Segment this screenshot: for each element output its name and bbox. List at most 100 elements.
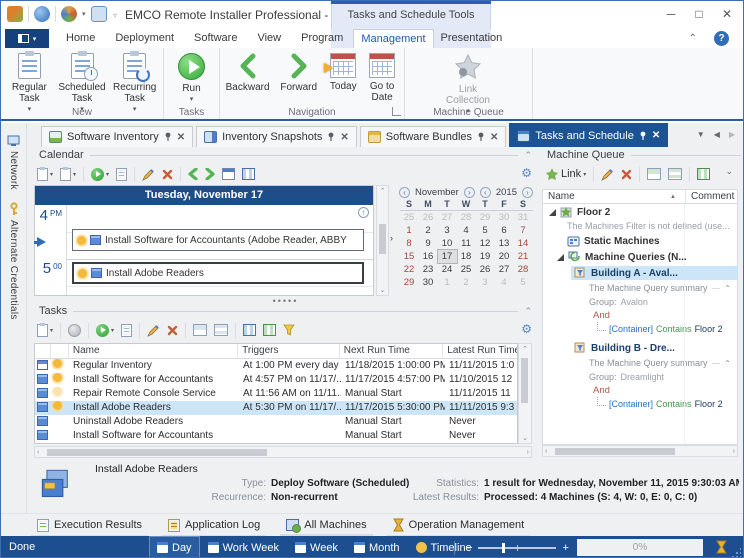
mini-calendar-day[interactable]: 28 bbox=[457, 211, 476, 224]
side-tab-network[interactable]: Network bbox=[1, 135, 26, 190]
go-to-date-button[interactable]: Go to Date bbox=[362, 52, 402, 103]
column-name[interactable]: Name bbox=[69, 344, 238, 358]
expander-icon[interactable] bbox=[557, 254, 564, 261]
mini-calendar-day[interactable]: 23 bbox=[419, 263, 438, 276]
run-button[interactable]: Run▾ bbox=[166, 52, 217, 105]
mini-calendar-day[interactable]: 15 bbox=[400, 250, 419, 263]
mini-calendar-day[interactable]: 27 bbox=[495, 263, 514, 276]
goto-date-small-button[interactable] bbox=[240, 165, 257, 183]
tasks-horizontal-scrollbar[interactable]: ‹ › bbox=[34, 446, 532, 458]
edit-button[interactable] bbox=[145, 321, 162, 339]
mini-calendar-day[interactable]: 7 bbox=[514, 224, 533, 237]
mini-calendar-day[interactable]: 3 bbox=[438, 224, 457, 237]
toolbar-overflow-icon[interactable]: ⌄ bbox=[725, 166, 733, 177]
mini-calendar-day[interactable]: 24 bbox=[438, 263, 457, 276]
scroll-up-icon[interactable]: ⌃ bbox=[377, 187, 388, 195]
close-tab-icon[interactable]: ✕ bbox=[490, 132, 498, 143]
run-task-button[interactable]: ▾ bbox=[89, 165, 111, 183]
machine-queue-horizontal-scrollbar[interactable]: ‹ › bbox=[542, 445, 738, 457]
close-tab-icon[interactable]: ✕ bbox=[340, 132, 348, 143]
today-button[interactable]: Today bbox=[324, 52, 362, 92]
scroll-left-icon[interactable]: ◀ bbox=[714, 130, 720, 139]
expander-icon[interactable] bbox=[549, 209, 556, 216]
run-task-button[interactable]: ▾ bbox=[94, 321, 116, 339]
mini-calendar-day[interactable]: 17 bbox=[438, 250, 457, 263]
query-summary[interactable]: The Machine Query summary⌃ bbox=[543, 281, 737, 295]
tasks-vertical-scrollbar[interactable]: ⌃ ⌄ bbox=[518, 343, 532, 444]
column-chooser-button[interactable] bbox=[241, 321, 258, 339]
earlier-appointment-icon[interactable]: ↑ bbox=[358, 207, 369, 218]
gear-icon[interactable]: ⚙ bbox=[521, 166, 532, 180]
mini-calendar-day[interactable]: 6 bbox=[495, 224, 514, 237]
dialog-launcher-icon[interactable] bbox=[392, 107, 401, 116]
mini-calendar-day[interactable]: 16 bbox=[419, 250, 438, 263]
collapse-panel-icon[interactable]: ⌃ bbox=[524, 150, 532, 161]
day-grid[interactable]: ↑ Install Software for Accountants (Adob… bbox=[67, 205, 373, 295]
tab-execution-results[interactable]: Execution Results bbox=[37, 519, 142, 532]
scrollbar-thumb[interactable] bbox=[379, 224, 386, 254]
calendar-event[interactable]: Install Software for Accountants (Adobe … bbox=[72, 229, 364, 251]
doc-tab-inventory-snapshots[interactable]: Inventory Snapshots ✕ bbox=[196, 126, 357, 147]
filter-button[interactable] bbox=[281, 321, 297, 339]
collapse-summary-icon[interactable]: ⌃ bbox=[724, 359, 731, 368]
tree-node-floor[interactable]: Floor 2 bbox=[543, 204, 737, 220]
mini-calendar-day[interactable]: 2 bbox=[419, 224, 438, 237]
mini-calendar-day[interactable]: 27 bbox=[438, 211, 457, 224]
mini-calendar-day[interactable]: 30 bbox=[419, 276, 438, 289]
pin-icon[interactable] bbox=[477, 132, 485, 142]
view-day-button[interactable]: Day bbox=[149, 536, 200, 558]
forward-button[interactable]: Forward bbox=[273, 52, 324, 93]
list-view-button[interactable] bbox=[666, 165, 684, 183]
mini-calendar-day[interactable]: 31 bbox=[514, 211, 533, 224]
stop-button[interactable] bbox=[66, 321, 83, 339]
recurring-task-button[interactable]: Recurring Task▾ bbox=[108, 52, 161, 115]
scroll-down-icon[interactable]: ⌄ bbox=[377, 286, 388, 294]
zoom-in-icon[interactable]: + bbox=[562, 542, 568, 554]
tab-list-icon[interactable]: ▼ bbox=[697, 130, 705, 139]
group-view-button[interactable] bbox=[191, 321, 209, 339]
grid-view-button[interactable] bbox=[261, 321, 278, 339]
doc-tab-software-bundles[interactable]: Software Bundles ✕ bbox=[360, 126, 507, 147]
scrollbar-thumb[interactable] bbox=[555, 448, 675, 455]
day-view-scrollbar[interactable]: ⌃ ⌄ bbox=[376, 185, 389, 296]
collapse-summary-icon[interactable]: ⌃ bbox=[724, 284, 731, 293]
mini-calendar-day[interactable]: 2 bbox=[457, 276, 476, 289]
maximize-button[interactable]: □ bbox=[687, 6, 711, 24]
zoom-out-icon[interactable]: − bbox=[466, 542, 472, 554]
mini-calendar-day[interactable]: 1 bbox=[438, 276, 457, 289]
mini-calendar-day[interactable]: 25 bbox=[400, 211, 419, 224]
connect-icon[interactable] bbox=[34, 6, 50, 22]
mini-calendar-day[interactable]: 13 bbox=[495, 237, 514, 250]
query-summary[interactable]: The Machine Query summary⌃ bbox=[543, 356, 737, 370]
tab-program[interactable]: Program bbox=[291, 29, 353, 48]
mini-calendar-day[interactable]: 30 bbox=[495, 211, 514, 224]
column-triggers[interactable]: Triggers bbox=[238, 344, 340, 358]
mini-calendar-day[interactable]: 4 bbox=[495, 276, 514, 289]
mini-calendar-day[interactable]: 4 bbox=[457, 224, 476, 237]
show-results-button[interactable] bbox=[119, 321, 134, 339]
mini-calendar-day[interactable]: 22 bbox=[400, 263, 419, 276]
splitter-handle[interactable]: ••••• bbox=[31, 297, 540, 305]
scroll-left-icon[interactable]: ‹ bbox=[37, 449, 39, 456]
mini-calendar-day[interactable]: 8 bbox=[400, 237, 419, 250]
app-logo-icon[interactable] bbox=[7, 6, 23, 22]
tab-application-log[interactable]: Application Log bbox=[168, 519, 260, 532]
application-menu-button[interactable]: ▾ bbox=[5, 29, 49, 48]
task-row[interactable]: Install Software for AccountantsAt 4:57 … bbox=[35, 373, 517, 387]
mini-calendar-day[interactable]: 14 bbox=[514, 237, 533, 250]
mini-calendar-day[interactable]: 9 bbox=[419, 237, 438, 250]
chevron-down-icon[interactable]: ▾ bbox=[82, 10, 86, 18]
side-tab-alternate-credentials[interactable]: Alternate Credentials bbox=[1, 202, 26, 320]
mini-calendar-day[interactable]: 25 bbox=[457, 263, 476, 276]
doc-tab-software-inventory[interactable]: Software Inventory ✕ bbox=[41, 126, 193, 147]
close-button[interactable]: ✕ bbox=[715, 6, 739, 24]
view-month-button[interactable]: Month bbox=[346, 536, 408, 558]
tab-home[interactable]: Home bbox=[56, 29, 105, 48]
delete-button[interactable] bbox=[160, 165, 175, 183]
new-task-button[interactable]: ▾ bbox=[35, 321, 55, 339]
scrollbar-thumb[interactable] bbox=[521, 358, 528, 403]
group-view-button[interactable] bbox=[645, 165, 663, 183]
today-small-button[interactable] bbox=[220, 165, 237, 183]
next-month-icon[interactable]: › bbox=[464, 187, 475, 198]
mini-calendar-day[interactable]: 1 bbox=[400, 224, 419, 237]
